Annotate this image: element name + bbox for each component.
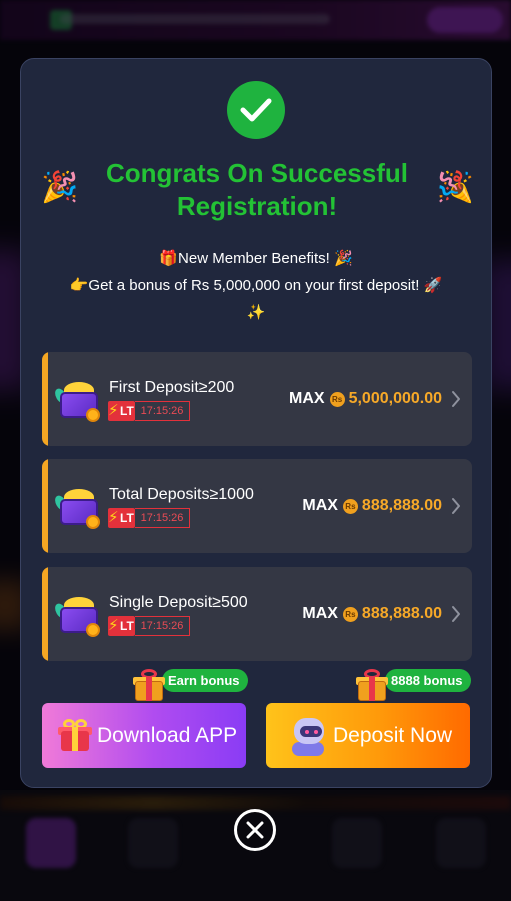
check-icon	[227, 81, 285, 139]
bonus-amount: 888,888.00	[361, 605, 442, 622]
offer-card-total-deposits[interactable]: Total Deposits≥1000 LT ⚡ 17:15:26 MAX Rs…	[42, 459, 472, 553]
earn-bonus-tag: Earn bonus	[162, 669, 248, 692]
limited-time-badge: LT ⚡ 17:15:26	[108, 508, 190, 528]
chevron-right-icon	[452, 606, 460, 622]
lightning-icon: ⚡	[108, 617, 119, 634]
offer-label: First Deposit≥200	[109, 379, 235, 396]
treasure-chest-icon	[52, 593, 104, 637]
bonus-amount: 5,000,000.00	[348, 390, 442, 407]
party-popper-icon: 🎉	[41, 171, 79, 204]
download-app-button[interactable]: Download APP	[42, 703, 246, 768]
max-bonus: MAX Rs 5,000,000.00	[289, 390, 442, 407]
benefits-description: 👉Get a bonus of Rs 5,000,000 on your fir…	[69, 277, 443, 294]
download-app-label: Download APP	[97, 724, 238, 747]
dialog-title: Congrats On Successful Registration!	[106, 158, 408, 221]
offer-label: Total Deposits≥1000	[109, 486, 254, 503]
countdown-timer: 17:15:26	[135, 508, 190, 528]
lightning-icon: ⚡	[108, 509, 119, 526]
benefits-heading: 🎁New Member Benefits! 🎉	[159, 250, 353, 267]
gift-icon	[133, 669, 165, 701]
sparkles-icon: ✨	[246, 304, 266, 321]
rupee-coin-icon: Rs	[342, 498, 358, 514]
limited-time-badge: LT ⚡ 17:15:26	[108, 616, 190, 636]
deposit-now-button[interactable]: Deposit Now	[266, 703, 470, 768]
rupee-coin-icon: Rs	[329, 391, 345, 407]
party-popper-icon: 🎉	[437, 171, 475, 204]
registration-success-dialog: 🎉 Congrats On Successful Registration! 🎉…	[20, 58, 492, 788]
lightning-icon: ⚡	[108, 402, 119, 419]
chevron-right-icon	[452, 391, 460, 407]
chevron-right-icon	[452, 498, 460, 514]
countdown-timer: 17:15:26	[135, 401, 190, 421]
treasure-chest-icon	[52, 485, 104, 529]
countdown-timer: 17:15:26	[135, 616, 190, 636]
limited-time-badge: LT ⚡ 17:15:26	[108, 401, 190, 421]
max-bonus: MAX Rs 888,888.00	[302, 497, 442, 514]
bonus-amount: 888,888.00	[361, 497, 442, 514]
deposit-now-label: Deposit Now	[333, 724, 453, 747]
close-icon	[246, 821, 264, 839]
gift-icon	[58, 719, 92, 753]
deposit-bonus-tag: 8888 bonus	[385, 669, 471, 692]
treasure-chest-icon	[52, 378, 104, 422]
max-bonus: MAX Rs 888,888.00	[302, 605, 442, 622]
offer-label: Single Deposit≥500	[109, 594, 248, 611]
gift-icon	[356, 669, 388, 701]
offer-card-single-deposit[interactable]: Single Deposit≥500 LT ⚡ 17:15:26 MAX Rs …	[42, 567, 472, 661]
offer-card-first-deposit[interactable]: First Deposit≥200 LT ⚡ 17:15:26 MAX Rs 5…	[42, 352, 472, 446]
benefits-text: 🎁New Member Benefits! 🎉 👉Get a bonus of …	[41, 245, 471, 326]
robot-icon	[290, 716, 328, 756]
rupee-coin-icon: Rs	[342, 606, 358, 622]
close-button[interactable]	[234, 809, 276, 851]
